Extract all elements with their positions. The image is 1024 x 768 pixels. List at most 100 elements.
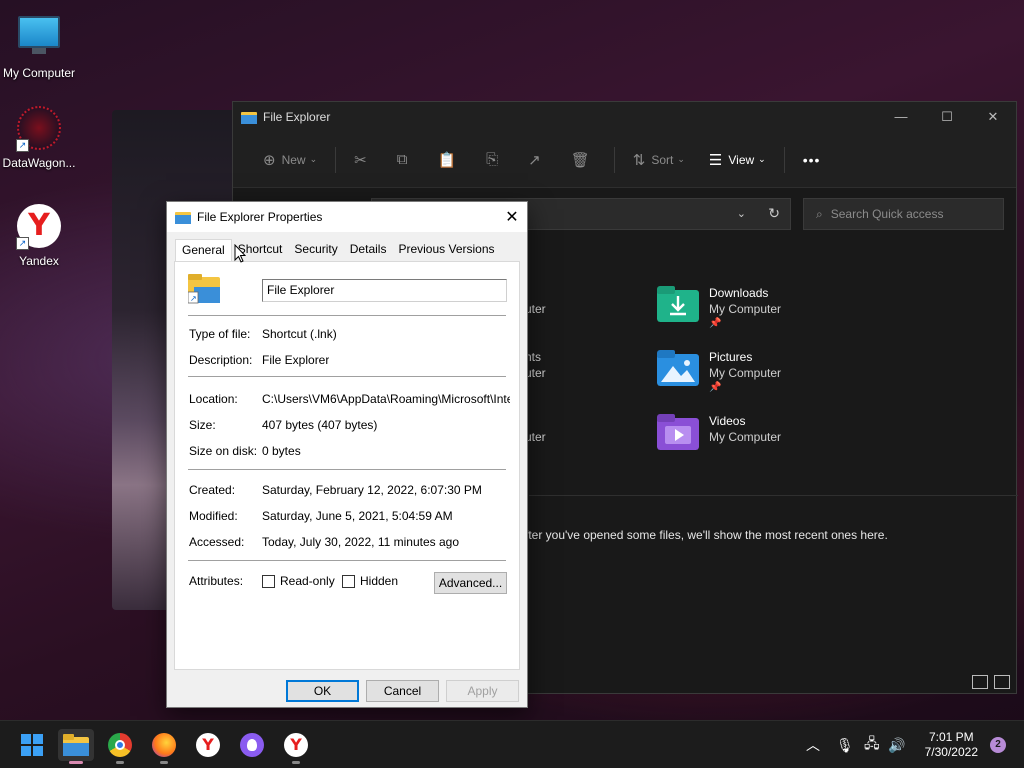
location-value: C:\Users\VM6\AppData\Roaming\Microsoft\I… xyxy=(262,392,510,406)
trash-icon: 🗑 xyxy=(570,151,590,169)
maximize-button[interactable]: ☐ xyxy=(924,102,970,132)
taskbar-yandex[interactable]: Y xyxy=(190,729,226,761)
running-indicator xyxy=(69,761,83,764)
copy-icon: ⧉ xyxy=(396,151,408,168)
taskbar-chrome[interactable] xyxy=(102,729,138,764)
start-button[interactable] xyxy=(14,729,50,761)
toolbar-divider xyxy=(335,146,337,173)
taskbar-yandex-browser[interactable]: Y xyxy=(278,729,314,764)
general-tab-panel: ↗ File Explorer Type of file: Shortcut (… xyxy=(174,261,520,670)
network-button[interactable]: 🖧 xyxy=(864,721,880,768)
size-on-disk-value: 0 bytes xyxy=(262,444,301,458)
hidden-checkbox[interactable]: Hidden xyxy=(342,574,398,588)
folder-location: My Computer xyxy=(709,366,782,380)
copy-button[interactable]: ⧉ xyxy=(385,144,426,176)
new-button[interactable]: ⊕ New ⌄ xyxy=(251,144,329,176)
file-name-field[interactable]: File Explorer xyxy=(262,279,507,302)
divider xyxy=(188,315,506,316)
volume-button[interactable]: 🔊 xyxy=(888,721,905,768)
clock-time: 7:01 PM xyxy=(928,730,974,744)
pin-icon: 📌 xyxy=(709,382,722,393)
view-button[interactable]: ☰ View ⌄ xyxy=(697,144,778,176)
chrome-icon xyxy=(108,733,132,757)
tab-details[interactable]: Details xyxy=(344,239,393,261)
show-hidden-icons-button[interactable]: ︿ xyxy=(806,721,820,768)
readonly-checkbox[interactable]: Read-only xyxy=(262,574,335,588)
size-label: Size: xyxy=(189,418,216,432)
network-icon: 🖧 xyxy=(864,735,880,751)
pin-icon: 📌 xyxy=(709,318,722,329)
tab-general[interactable]: General xyxy=(175,239,232,262)
desktop-icon-label: Yandex xyxy=(19,254,59,268)
chevron-up-icon: ︿ xyxy=(806,737,820,753)
quick-access-downloads[interactable]: Downloads My Computer 📌 xyxy=(657,286,781,329)
taskbar-firefox[interactable] xyxy=(146,729,182,764)
more-label: ••• xyxy=(802,151,821,168)
paste-button[interactable]: 📋 xyxy=(425,144,474,176)
toolbar-divider xyxy=(613,146,615,173)
tab-security[interactable]: Security xyxy=(288,239,343,261)
more-options-button[interactable]: ••• xyxy=(791,144,833,176)
sort-button[interactable]: ⇅ Sort ⌄ xyxy=(621,144,697,176)
rename-button[interactable]: ⎘ xyxy=(474,144,516,176)
hidden-label: Hidden xyxy=(360,574,399,588)
taskbar-file-explorer[interactable] xyxy=(58,729,94,764)
partial-folder-location: uter xyxy=(525,366,546,380)
dialog-titlebar[interactable]: File Explorer Properties ✕ xyxy=(167,202,527,232)
checkbox-box[interactable] xyxy=(262,574,275,588)
explorer-titlebar[interactable]: File Explorer — ☐ ✕ xyxy=(233,102,1016,132)
close-icon[interactable]: ✕ xyxy=(497,207,527,227)
chevron-down-icon: ⌄ xyxy=(309,154,318,164)
description-label: Description: xyxy=(189,353,253,367)
delete-button[interactable]: 🗑 xyxy=(559,144,608,176)
advanced-button[interactable]: Advanced... xyxy=(434,572,507,594)
firefox-icon xyxy=(152,733,176,757)
search-input[interactable]: ⌕ Search Quick access xyxy=(803,198,1004,230)
taskbar-clock[interactable]: 7:01 PM 7/30/2022 xyxy=(925,730,978,760)
desktop-icon-datawagon[interactable]: ↗ DataWagon... xyxy=(0,106,78,170)
rename-icon: ⎘ xyxy=(486,151,499,168)
videos-folder-icon xyxy=(657,414,699,450)
clock-date: 7/30/2022 xyxy=(924,745,978,759)
close-button[interactable]: ✕ xyxy=(970,102,1016,132)
cancel-button[interactable]: Cancel xyxy=(366,680,439,702)
mouse-cursor-icon xyxy=(234,244,246,263)
folder-name: Videos xyxy=(709,414,746,428)
quick-access-pictures[interactable]: Pictures My Computer 📌 xyxy=(657,350,781,393)
folder-icon xyxy=(241,112,257,124)
checkbox-box[interactable] xyxy=(342,574,355,588)
yandex-icon: Y xyxy=(196,733,220,757)
desktop-icon-yandex[interactable]: Y ↗ Yandex xyxy=(0,204,78,268)
share-button[interactable]: ↗ xyxy=(516,144,559,176)
chevron-down-icon[interactable]: ⌄ xyxy=(737,207,746,220)
section-divider xyxy=(529,495,1018,496)
recent-files-message: fter you've opened some files, we'll sho… xyxy=(525,528,888,542)
folder-name: Downloads xyxy=(709,286,769,300)
folder-icon xyxy=(175,212,191,224)
desktop-icon-my-computer[interactable]: My Computer xyxy=(0,10,78,80)
taskbar-alice[interactable] xyxy=(234,729,270,761)
tab-strip: General Shortcut Security Details Previo… xyxy=(175,239,501,262)
microphone-button[interactable]: 🎙 xyxy=(836,721,854,768)
running-indicator xyxy=(116,761,124,764)
yandex-icon: Y xyxy=(284,733,308,757)
notification-badge[interactable]: 2 xyxy=(990,737,1006,753)
chevron-down-icon: ⌄ xyxy=(758,154,766,164)
datawagon-icon: ↗ xyxy=(16,106,62,152)
cut-button[interactable]: ✂ xyxy=(342,144,385,176)
file-explorer-icon xyxy=(63,734,89,756)
apply-button[interactable]: Apply xyxy=(446,680,519,702)
speaker-icon: 🔊 xyxy=(888,736,906,753)
minimize-button[interactable]: — xyxy=(878,102,924,132)
tab-previous-versions[interactable]: Previous Versions xyxy=(392,239,500,261)
tiles-view-icon[interactable] xyxy=(994,675,1010,689)
partial-folder-location: uter xyxy=(525,430,546,444)
ok-button[interactable]: OK xyxy=(286,680,359,702)
folder-location: My Computer xyxy=(709,302,782,316)
size-value: 407 bytes (407 bytes) xyxy=(262,418,378,432)
quick-access-videos[interactable]: Videos My Computer xyxy=(657,414,781,450)
pictures-folder-icon xyxy=(657,350,699,386)
details-view-icon[interactable] xyxy=(972,675,988,689)
type-value: Shortcut (.lnk) xyxy=(262,327,337,341)
refresh-icon[interactable]: ↻ xyxy=(768,205,780,222)
